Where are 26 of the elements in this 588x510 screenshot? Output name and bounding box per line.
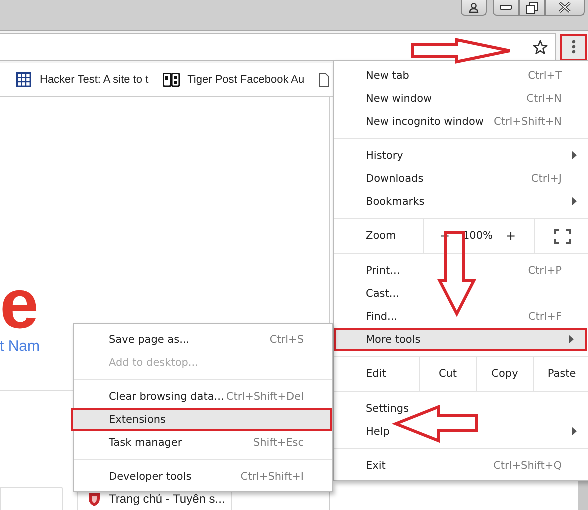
menu-item[interactable]: Task manager Shift+Esc: [74, 431, 332, 454]
logo-fragment: e: [0, 269, 39, 339]
menu-item[interactable]: New tab Ctrl+T: [334, 64, 588, 87]
logo-subtitle: t Nam: [0, 338, 40, 355]
menu-item[interactable]: Bookmarks: [334, 190, 588, 213]
menu-item[interactable]: Cast...: [334, 282, 588, 305]
menu-item[interactable]: Settings: [334, 397, 588, 420]
bookmark-item[interactable]: Tiger Post Facebook Au: [162, 72, 305, 86]
menu-item[interactable]: Clear browsing data... Ctrl+Shift+Del: [74, 385, 332, 408]
menu-item[interactable]: New window Ctrl+N: [334, 87, 588, 110]
menu-item[interactable]: History: [334, 144, 588, 167]
menu-item[interactable]: Exit Ctrl+Shift+Q: [334, 454, 588, 477]
menu-item[interactable]: Downloads Ctrl+J: [334, 167, 588, 190]
zoom-in-button[interactable]: +: [504, 229, 518, 243]
edit-label: Edit: [365, 367, 388, 382]
menu-item[interactable]: Save page as... Ctrl+S: [74, 328, 332, 351]
zoom-level: 100%: [462, 230, 494, 242]
zoom-label: Zoom: [365, 229, 398, 244]
menu-item[interactable]: Print... Ctrl+P: [334, 259, 588, 282]
menu-item[interactable]: Help: [334, 420, 588, 443]
menu-item[interactable]: More tools: [334, 328, 587, 351]
menu-item[interactable]: New incognito window Ctrl+Shift+N: [334, 110, 588, 133]
menu-item[interactable]: Developer tools Ctrl+Shift+I: [74, 465, 332, 488]
bookmark-item[interactable]: Hacker Test: A site to t: [16, 72, 149, 88]
menu-item[interactable]: Extensions: [71, 408, 332, 431]
menu-item[interactable]: Find... Ctrl+F: [334, 305, 588, 328]
